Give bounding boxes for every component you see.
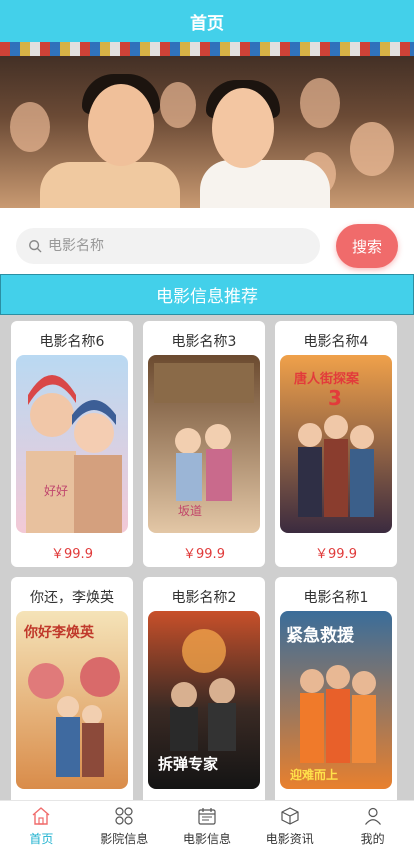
banner-figure <box>88 84 154 166</box>
movie-card[interactable]: 电影名称1 紧急救援 迎难而上 <box>275 577 397 800</box>
banner-figure <box>200 160 330 208</box>
tab-mine[interactable]: 我的 <box>331 801 414 848</box>
bottom-tab-bar: 首页 影院信息 电影信息 电影资讯 我的 <box>0 800 414 848</box>
movie-card[interactable]: 电影名称4 唐人街探案 3 ￥99.9 <box>275 321 397 567</box>
calendar-icon <box>198 808 216 825</box>
movie-name: 电影名称1 <box>303 590 369 606</box>
movie-card[interactable]: 你还，李焕英 你好李焕英 <box>11 577 133 800</box>
user-icon <box>364 807 381 825</box>
home-icon <box>32 807 50 825</box>
search-input[interactable] <box>48 238 288 254</box>
tab-label: 我的 <box>360 832 385 846</box>
search-bar: 搜索 <box>0 218 414 274</box>
tab-label: 电影信息 <box>182 832 231 846</box>
movie-poster[interactable]: 好好 <box>16 355 128 533</box>
movie-card[interactable]: 电影名称3 坂道 ￥99.9 <box>143 321 265 567</box>
movie-poster[interactable]: 唐人街探案 3 <box>280 355 392 533</box>
movie-price: ￥99.9 <box>51 547 93 562</box>
svg-text:你好李焕英: 你好李焕英 <box>23 624 95 641</box>
tab-label: 电影资讯 <box>265 832 314 846</box>
svg-text:拆弹专家: 拆弹专家 <box>158 755 218 773</box>
movie-card[interactable]: 电影名称6 好好 ￥99.9 <box>11 321 133 567</box>
movie-name: 电影名称3 <box>171 334 237 350</box>
movie-name: 你还，李焕英 <box>30 590 114 606</box>
page-header: 首页 <box>0 0 414 42</box>
svg-text:坂道: 坂道 <box>178 504 202 518</box>
banner-figure <box>212 88 274 168</box>
banner-figure <box>40 162 180 208</box>
banner-figure <box>300 78 340 128</box>
banner-flags <box>0 42 414 56</box>
movie-grid: 电影名称6 好好 ￥99.9 电影名称3 坂道 ￥99.9 电影名称4 唐人街探… <box>0 315 414 800</box>
banner-figure <box>160 82 196 128</box>
movie-poster[interactable]: 紧急救援 迎难而上 <box>280 611 392 789</box>
svg-text:唐人街探案: 唐人街探案 <box>294 371 360 387</box>
tab-home[interactable]: 首页 <box>0 801 83 848</box>
movie-price: ￥99.9 <box>315 547 357 562</box>
banner-figure <box>350 122 394 176</box>
page-title: 首页 <box>190 13 224 34</box>
search-icon <box>29 240 42 253</box>
movie-price: ￥99.9 <box>183 547 225 562</box>
movie-poster[interactable]: 你好李焕英 <box>16 611 128 789</box>
movie-name: 电影名称4 <box>303 334 369 350</box>
svg-text:紧急救援: 紧急救援 <box>286 625 355 646</box>
tab-movie-news[interactable]: 电影资讯 <box>248 801 331 848</box>
movie-poster[interactable]: 坂道 <box>148 355 260 533</box>
section-title: 电影信息推荐 <box>156 287 258 307</box>
movie-poster[interactable]: 拆弹专家 <box>148 611 260 789</box>
box-icon <box>281 807 299 825</box>
banner-figure <box>10 102 50 152</box>
search-box[interactable] <box>16 228 320 264</box>
movie-name: 电影名称6 <box>39 334 105 350</box>
movie-name: 电影名称2 <box>171 590 237 606</box>
svg-text:迎难而上: 迎难而上 <box>290 767 338 782</box>
section-header: 电影信息推荐 <box>0 274 414 315</box>
tab-cinema-info[interactable]: 影院信息 <box>83 801 166 848</box>
movie-card[interactable]: 电影名称2 拆弹专家 <box>143 577 265 800</box>
search-button[interactable]: 搜索 <box>336 224 398 268</box>
tab-movie-info[interactable]: 电影信息 <box>166 801 249 848</box>
grid-icon <box>115 807 133 825</box>
tab-label: 影院信息 <box>100 832 149 846</box>
tab-label: 首页 <box>29 832 54 846</box>
hero-banner[interactable] <box>0 42 414 208</box>
svg-text:好好: 好好 <box>44 484 68 498</box>
svg-text:3: 3 <box>328 386 342 410</box>
